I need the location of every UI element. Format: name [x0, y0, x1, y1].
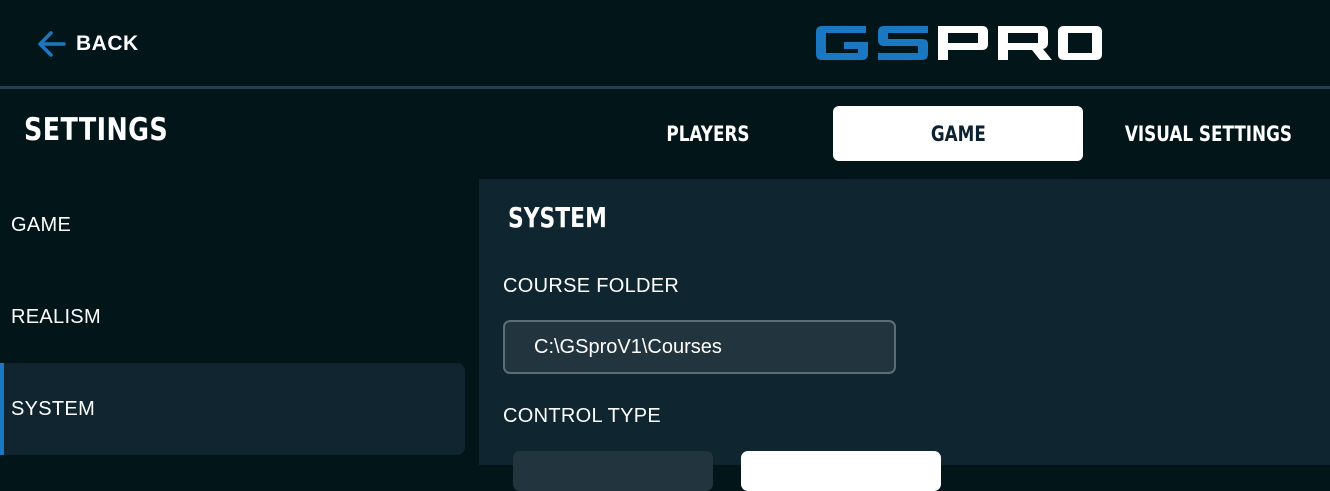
header-divider — [0, 86, 1330, 89]
tab-players-label: PLAYERS — [666, 121, 750, 146]
control-type-option[interactable] — [513, 451, 713, 491]
tab-game[interactable]: GAME — [833, 106, 1083, 161]
top-bar: BACK — [0, 0, 1330, 86]
tab-game-label: GAME — [930, 121, 986, 146]
course-folder-label: COURSE FOLDER — [503, 275, 680, 297]
course-folder-input[interactable] — [503, 320, 896, 374]
page-title: SETTINGS — [24, 112, 169, 148]
tab-visual-settings[interactable]: VISUAL SETTINGS — [1083, 106, 1330, 161]
sidebar-item-label: GAME — [11, 213, 72, 236]
tab-visual-settings-label: VISUAL SETTINGS — [1124, 121, 1292, 146]
sidebar-item-system[interactable]: SYSTEM — [0, 363, 465, 455]
arrow-left-icon — [38, 31, 66, 57]
section-title: SYSTEM — [508, 201, 607, 234]
control-type-label: CONTROL TYPE — [503, 405, 662, 427]
back-label: BACK — [76, 32, 139, 55]
control-type-option-selected[interactable] — [741, 451, 941, 491]
tab-players[interactable]: PLAYERS — [583, 106, 833, 161]
back-button[interactable]: BACK — [34, 26, 139, 62]
sidebar-item-label: REALISM — [11, 305, 101, 328]
sidebar-item-label: SYSTEM — [11, 397, 96, 420]
gspro-logo — [812, 20, 1104, 66]
settings-content-panel: SYSTEM COURSE FOLDER CONTROL TYPE — [479, 179, 1330, 491]
sidebar-item-game[interactable]: GAME — [0, 179, 465, 271]
sidebar-item-realism[interactable]: REALISM — [0, 271, 465, 363]
